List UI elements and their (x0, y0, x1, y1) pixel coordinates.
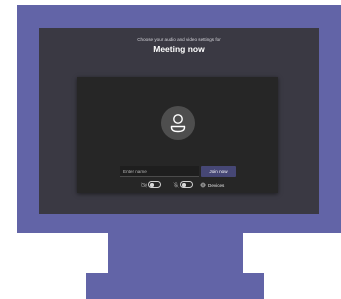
illustration-scene: Choose your audio and video settings for… (0, 0, 341, 299)
camera-toggle[interactable] (148, 181, 161, 188)
screen-subtitle: Choose your audio and video settings for (137, 37, 221, 42)
microphone-toggle[interactable] (180, 181, 193, 188)
video-preview-panel: Join now (77, 77, 278, 193)
meeting-title: Meeting now (153, 44, 205, 54)
camera-off-icon (141, 182, 147, 188)
gear-icon (200, 182, 206, 188)
microphone-off-icon (173, 182, 179, 188)
monitor-base (86, 273, 264, 299)
microphone-toggle-knob (182, 183, 186, 187)
camera-toggle-knob (150, 183, 154, 187)
person-icon (170, 114, 186, 133)
avatar (161, 106, 195, 140)
name-input[interactable] (120, 166, 199, 177)
join-now-button[interactable]: Join now (201, 166, 236, 177)
device-controls: Devices (77, 181, 278, 189)
monitor-stand (108, 233, 243, 273)
monitor-screen: Choose your audio and video settings for… (39, 28, 319, 214)
devices-label: Devices (208, 182, 225, 188)
